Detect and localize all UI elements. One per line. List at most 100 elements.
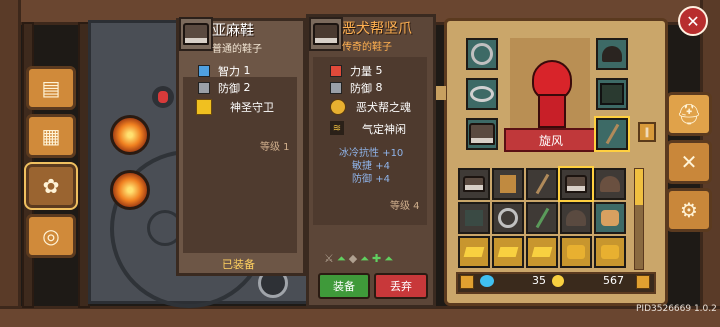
- stat-value: 8: [375, 81, 383, 94]
- item-skill: 恶犬帮之魂: [356, 101, 411, 114]
- tab-shield[interactable]: ◎: [26, 214, 76, 258]
- fire-skill-icon[interactable]: [110, 115, 150, 155]
- plus-icon: ✚: [371, 252, 385, 265]
- crossed-swords-icon: ✕: [680, 150, 698, 174]
- equip-slot-weapon[interactable]: [594, 116, 630, 152]
- stat-label: 力量: [350, 64, 372, 78]
- panel-toggle-icon[interactable]: ‖: [638, 122, 656, 142]
- arrow-up-icon: ⏶: [384, 252, 396, 265]
- item-level: 等级 4: [390, 201, 420, 212]
- inventory-slot[interactable]: [526, 202, 558, 234]
- build-id: PID3526669 1.0.2: [636, 304, 717, 314]
- stat-row: 防御 2: [198, 79, 251, 96]
- map-icon: ▦: [41, 124, 61, 148]
- inventory-slot[interactable]: [558, 166, 594, 202]
- gold-pile-icon: [567, 245, 585, 259]
- staff-icon: [535, 207, 549, 229]
- paw-icon: ✿: [42, 174, 60, 198]
- linen-boots-icon: [179, 17, 213, 51]
- potion-icon[interactable]: [152, 86, 174, 108]
- gear-icon: ⚙: [680, 198, 698, 222]
- equip-slot-necklace[interactable]: [466, 38, 498, 70]
- equipped-status: 已装备: [222, 258, 255, 271]
- book-icon: ▤: [41, 76, 61, 100]
- character-body: [538, 94, 566, 128]
- gold-bar-icon: [463, 247, 485, 257]
- equip-slot-helmet[interactable]: [596, 38, 628, 70]
- stat-value: 1: [243, 64, 251, 77]
- equip-button[interactable]: 装备: [318, 273, 370, 299]
- item-level: 等级 1: [260, 142, 290, 153]
- tab-equipment[interactable]: ⛑: [666, 92, 712, 136]
- inventory-slot[interactable]: [458, 168, 490, 200]
- inventory-slot[interactable]: [492, 168, 524, 200]
- close-button[interactable]: ✕: [678, 6, 708, 36]
- intelligence-icon: [198, 64, 210, 77]
- inventory-slot[interactable]: [492, 236, 524, 268]
- inventory-slot[interactable]: [560, 202, 592, 234]
- stat-row: 防御 8: [330, 79, 383, 96]
- stat-label: 防御: [350, 81, 372, 95]
- strength-icon: [330, 64, 342, 77]
- dog-gang-claw-boots-icon: [309, 17, 343, 51]
- inventory-slot[interactable]: [594, 168, 626, 200]
- gold-bar-icon: [531, 247, 553, 257]
- inventory-slot[interactable]: [458, 202, 490, 234]
- sword-icon: ⚔: [324, 252, 337, 265]
- coin-count: 567: [603, 274, 624, 287]
- inventory-grid: [458, 166, 628, 268]
- tab-skills[interactable]: ✿: [24, 162, 78, 210]
- equip-slot-armor[interactable]: [596, 78, 628, 110]
- coin-icon: [552, 275, 564, 287]
- inventory-slot[interactable]: [594, 202, 626, 234]
- stat-label: 防御: [218, 81, 240, 95]
- staff-icon: [535, 173, 549, 195]
- inventory-slot[interactable]: [458, 236, 490, 268]
- sort-icon[interactable]: [636, 275, 650, 289]
- tab-settings[interactable]: ⚙: [666, 188, 712, 232]
- shield-icon: ◆: [348, 252, 361, 265]
- helmet-icon: [600, 176, 620, 192]
- item-skill: 神圣守卫: [230, 101, 274, 114]
- equip-slot-ring[interactable]: [466, 78, 498, 110]
- discard-button[interactable]: 丢弃: [374, 273, 428, 299]
- armor-icon: [600, 83, 624, 105]
- defense-icon: [198, 81, 210, 94]
- helmet-icon: ⛑: [676, 102, 702, 126]
- necklace-icon: [498, 208, 518, 228]
- boots-icon: [463, 176, 485, 192]
- stat-row: 力量 5: [330, 62, 383, 79]
- shield-icon: ◎: [42, 224, 60, 248]
- defense-icon: [330, 81, 342, 94]
- gem-count: 35: [532, 274, 546, 287]
- boots-icon: [469, 123, 495, 145]
- inventory-slot[interactable]: [526, 236, 558, 268]
- calm-icon: ≋: [330, 121, 344, 135]
- item-name: 恶犬帮坚爪: [342, 21, 412, 37]
- inventory-slot[interactable]: [560, 236, 592, 268]
- pet-icon: [601, 210, 619, 226]
- item-skill: 气定神闲: [362, 123, 406, 136]
- equip-slot-boots[interactable]: [466, 118, 498, 150]
- item-name: 亚麻鞋: [212, 23, 254, 39]
- fire-skill-icon[interactable]: [110, 170, 150, 210]
- bonus-value: +4: [375, 174, 390, 185]
- tab-weapons[interactable]: ✕: [666, 140, 712, 184]
- inventory-scrollbar[interactable]: [634, 168, 644, 270]
- frame-left: [0, 0, 21, 324]
- boots-icon: [565, 175, 587, 193]
- inventory-slot[interactable]: [594, 236, 626, 268]
- item-rarity: 普通的鞋子: [212, 44, 262, 55]
- armor-icon: [465, 210, 483, 226]
- inventory-slot[interactable]: [526, 168, 558, 200]
- inventory-slot[interactable]: [492, 202, 524, 234]
- tab-map[interactable]: ▦: [26, 114, 76, 158]
- lock-icon[interactable]: [460, 275, 474, 289]
- scrollbar-thumb[interactable]: [635, 169, 643, 205]
- tab-quest-book[interactable]: ▤: [26, 66, 76, 110]
- arrow-up-icon: ⏶: [360, 252, 372, 265]
- bonus-label: 防御: [352, 174, 372, 185]
- bonus-stat: 防御 +4: [352, 170, 390, 185]
- helmet-icon: [602, 46, 622, 62]
- item-rarity: 传奇的鞋子: [342, 42, 392, 53]
